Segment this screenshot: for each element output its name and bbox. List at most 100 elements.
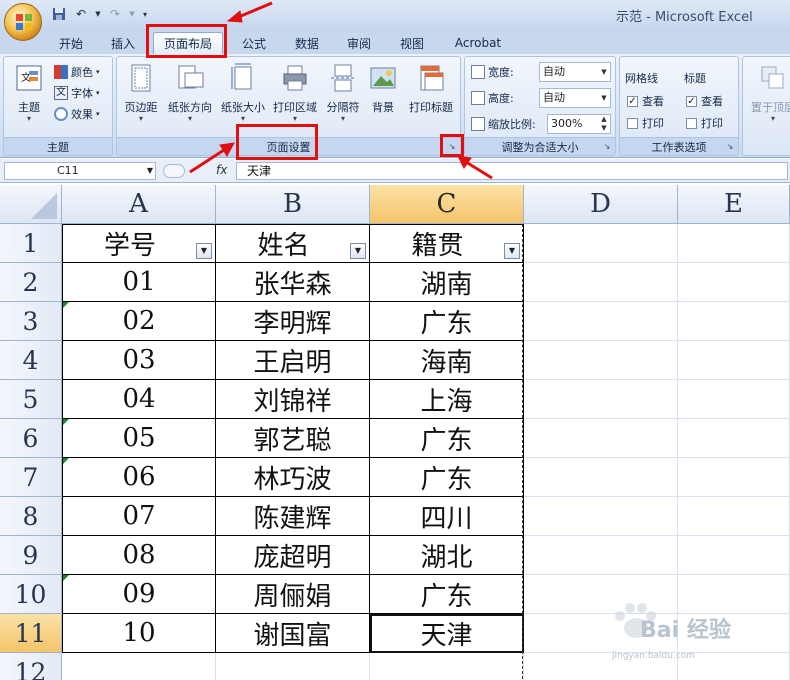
cell-value: 上海	[420, 386, 473, 417]
cell-e8[interactable]	[678, 497, 790, 536]
cell-e7[interactable]	[678, 458, 790, 497]
annotation-arrows	[189, 1, 493, 180]
cell-a8[interactable]: 07	[62, 497, 216, 536]
cell-value: 湖南	[420, 269, 473, 300]
cell-b12[interactable]	[216, 653, 370, 680]
cell-c4[interactable]: 海南	[370, 341, 524, 380]
cell-c5[interactable]: 上海	[370, 380, 524, 419]
cell-a10[interactable]: 09	[62, 575, 216, 614]
row-header-6[interactable]: 6	[0, 419, 62, 458]
filter-dropdown-icon[interactable]: ▼	[350, 243, 366, 259]
cell-value: 天津	[420, 620, 473, 651]
cell-value: 06	[122, 462, 156, 492]
cell-a7[interactable]: 06	[62, 458, 216, 497]
cell-value: 陈建辉	[253, 503, 332, 534]
cell-a3[interactable]: 02	[62, 302, 216, 341]
cell-c2[interactable]: 湖南	[370, 263, 524, 302]
cell-value: 谢国富	[253, 620, 332, 651]
cell-e5[interactable]	[678, 380, 790, 419]
filter-dropdown-icon[interactable]: ▼	[504, 243, 520, 259]
row-header-11[interactable]: 11	[0, 614, 62, 653]
cell-value: 庞超明	[253, 542, 332, 573]
cell-b10[interactable]: 周俪娟	[216, 575, 370, 614]
row-header-4[interactable]: 4	[0, 341, 62, 380]
cell-c9[interactable]: 湖北	[370, 536, 524, 575]
cell-d5[interactable]	[524, 380, 678, 419]
cell-c1[interactable]: 籍贯 ▼	[370, 224, 524, 263]
cell-b3[interactable]: 李明辉	[216, 302, 370, 341]
cell-e4[interactable]	[678, 341, 790, 380]
cell-value: 02	[122, 306, 156, 336]
cell-b11[interactable]: 谢国富	[216, 614, 370, 653]
cell-b7[interactable]: 林巧波	[216, 458, 370, 497]
cell-a6[interactable]: 05	[62, 419, 216, 458]
row-header-10[interactable]: 10	[0, 575, 62, 614]
cell-b4[interactable]: 王启明	[216, 341, 370, 380]
cell-a2[interactable]: 01	[62, 263, 216, 302]
cell-d4[interactable]	[524, 341, 678, 380]
error-indicator-icon[interactable]	[63, 458, 69, 464]
cell-d2[interactable]	[524, 263, 678, 302]
cell-a4[interactable]: 03	[62, 341, 216, 380]
cell-value: 广东	[420, 308, 473, 339]
cell-c7[interactable]: 广东	[370, 458, 524, 497]
cell-value: 广东	[420, 581, 473, 612]
cell-b2[interactable]: 张华森	[216, 263, 370, 302]
row-header-9[interactable]: 9	[0, 536, 62, 575]
watermark-brand: Bai 经验	[640, 618, 731, 643]
cell-a1[interactable]: 学号 ▼	[62, 224, 216, 263]
arrow-to-launcher-icon	[457, 155, 472, 169]
cell-e6[interactable]	[678, 419, 790, 458]
cell-b8[interactable]: 陈建辉	[216, 497, 370, 536]
cell-value: 10	[122, 618, 156, 648]
cell-value: 08	[122, 540, 156, 570]
cell-d8[interactable]	[524, 497, 678, 536]
cell-value: 04	[122, 384, 156, 414]
row-header-8[interactable]: 8	[0, 497, 62, 536]
cell-b6[interactable]: 郭艺聪	[216, 419, 370, 458]
cell-value: 09	[122, 579, 156, 609]
row-header-12[interactable]: 12	[0, 653, 62, 680]
cell-value: 四川	[420, 503, 473, 534]
cell-d7[interactable]	[524, 458, 678, 497]
cell-d6[interactable]	[524, 419, 678, 458]
cell-c10[interactable]: 广东	[370, 575, 524, 614]
cell-d1[interactable]	[524, 224, 678, 263]
cell-c11[interactable]: 天津	[370, 614, 524, 653]
cell-value: 海南	[420, 347, 473, 378]
cell-d9[interactable]	[524, 536, 678, 575]
cell-a11[interactable]: 10	[62, 614, 216, 653]
cell-a12[interactable]	[62, 653, 216, 680]
cell-e3[interactable]	[678, 302, 790, 341]
row-header-2[interactable]: 2	[0, 263, 62, 302]
cell-e1[interactable]	[678, 224, 790, 263]
cell-b9[interactable]: 庞超明	[216, 536, 370, 575]
cell-e2[interactable]	[678, 263, 790, 302]
error-indicator-icon[interactable]	[63, 419, 69, 425]
cell-value: 广东	[420, 464, 473, 495]
cell-d3[interactable]	[524, 302, 678, 341]
error-indicator-icon[interactable]	[63, 575, 69, 581]
cell-e9[interactable]	[678, 536, 790, 575]
cell-value: 刘锦祥	[253, 386, 332, 417]
cell-c3[interactable]: 广东	[370, 302, 524, 341]
column-title: 籍贯	[411, 231, 464, 261]
cell-b1[interactable]: 姓名 ▼	[216, 224, 370, 263]
cell-value: 07	[122, 501, 156, 531]
cell-c8[interactable]: 四川	[370, 497, 524, 536]
office-button[interactable]	[4, 3, 42, 41]
cell-a9[interactable]: 08	[62, 536, 216, 575]
error-indicator-icon[interactable]	[63, 302, 69, 308]
row-header-1[interactable]: 1	[0, 224, 62, 263]
page-break-line	[522, 224, 523, 680]
cell-b5[interactable]: 刘锦祥	[216, 380, 370, 419]
office-logo-icon	[16, 14, 32, 30]
row-header-5[interactable]: 5	[0, 380, 62, 419]
cell-c12[interactable]	[370, 653, 524, 680]
row-header-7[interactable]: 7	[0, 458, 62, 497]
cell-value: 王启明	[253, 347, 332, 378]
row-header-3[interactable]: 3	[0, 302, 62, 341]
cell-a5[interactable]: 04	[62, 380, 216, 419]
cell-c6[interactable]: 广东	[370, 419, 524, 458]
filter-dropdown-icon[interactable]: ▼	[196, 243, 212, 259]
